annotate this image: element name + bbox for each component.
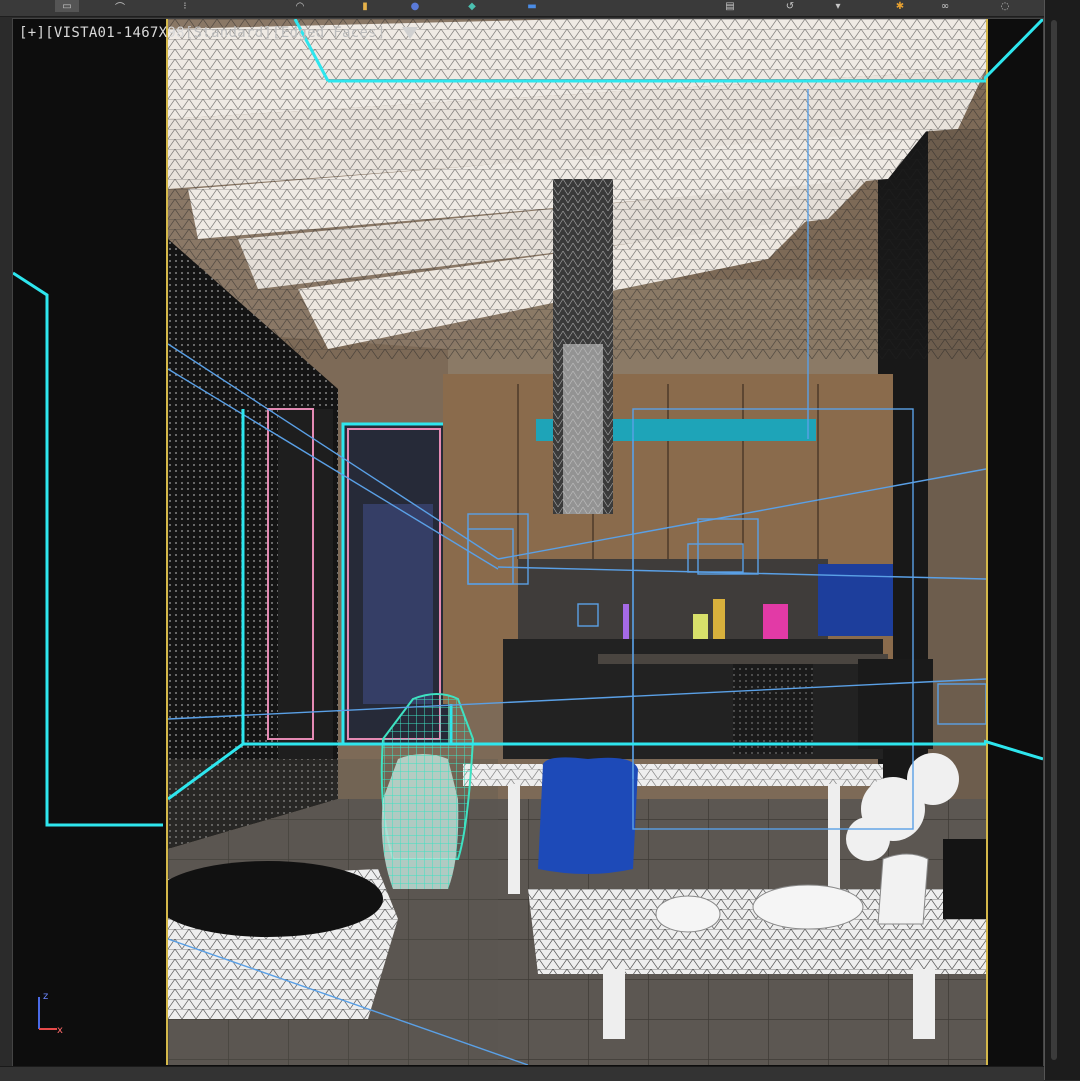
teapot-icon[interactable]: ▾ [828,0,848,12]
scripts-icon[interactable]: ▤ [720,0,740,12]
scene-render [168,19,986,1065]
range-hood [553,179,613,514]
main-toolbar: ▭ ⌒ ⁝ ◠ ▮ ● ◆ ▬ ▤ ↺ ▾ ✱ ∞ ◌ [0,0,1080,17]
axis-gizmo: z x [38,991,63,1036]
snap-icon[interactable]: ▭ [55,0,79,12]
link-icon[interactable]: ∞ [935,0,955,12]
viewport-menu-plus[interactable]: [+] [19,25,45,41]
viewport-shading-mode[interactable]: [Standard] [185,25,272,41]
safe-frame [166,19,988,1065]
viewport-layout-icon[interactable]: ↺ [780,0,800,12]
camera-viewport[interactable]: [+][VISTA01-1467X98[Standard][Edged Face… [12,18,1044,1068]
viewport-label[interactable]: [+][VISTA01-1467X98[Standard][Edged Face… [19,25,419,41]
viewport-display-mode[interactable]: [Edged Faces] [272,25,385,41]
viewport-camera-name[interactable]: [VISTA01-1467X98 [45,25,185,41]
render-frame-icon[interactable]: ◆ [462,0,482,12]
percent-snap-icon[interactable]: ⁝ [175,0,195,12]
status-bar [0,1066,1044,1081]
spinner-snap-icon[interactable]: ◠ [290,0,310,12]
panel-scrollbar[interactable] [1051,20,1057,1060]
ottoman [168,861,398,1019]
render-icon[interactable]: ▬ [522,0,542,12]
close-icon[interactable]: ◌ [995,0,1015,12]
angle-snap-icon[interactable]: ⌒ [110,0,130,14]
camera-frustum-right [984,19,1043,761]
render-setup-icon[interactable]: ▮ [355,0,375,12]
axis-x-label: x [57,1025,63,1036]
filter-icon[interactable] [402,27,419,39]
axis-z-label: z [43,991,48,1002]
command-panel-edge [1044,0,1080,1080]
settings-icon[interactable]: ✱ [890,0,910,12]
material-editor-icon[interactable]: ● [405,0,425,12]
